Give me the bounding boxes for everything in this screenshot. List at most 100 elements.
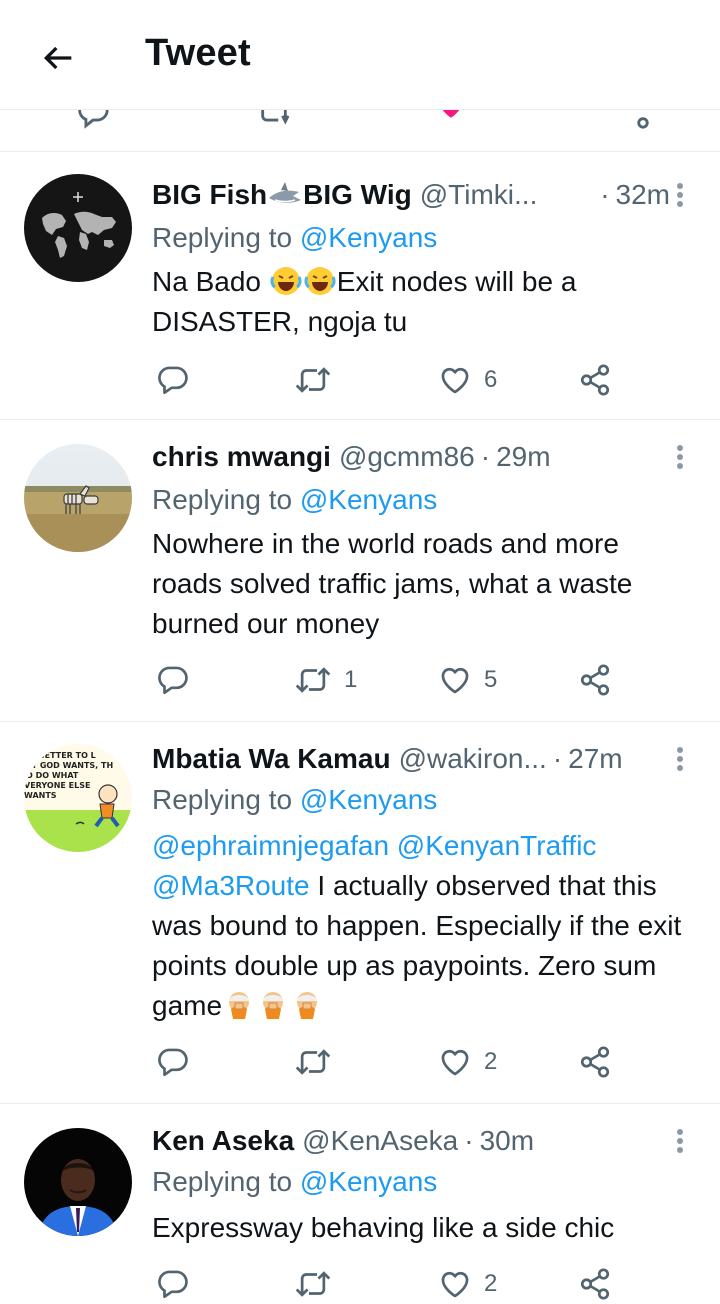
tweet-actions: 2 (152, 1042, 632, 1082)
mention-link[interactable]: @ephraimnjegafan (152, 830, 389, 861)
timestamp[interactable]: 29m (496, 441, 550, 473)
heart-icon (441, 367, 469, 394)
display-name[interactable]: BIG Fish (152, 179, 267, 211)
share-icon (580, 1268, 610, 1300)
retweet-button[interactable] (294, 360, 344, 400)
timestamp[interactable]: 32m (616, 179, 670, 211)
like-button[interactable]: 2 (438, 1042, 497, 1082)
replying-to-line: Replying to @Kenyans (152, 1166, 437, 1198)
tweet-text: @ephraimnjegafan @KenyanTraffic @Ma3Rout… (152, 826, 696, 1026)
like-count: 6 (484, 366, 498, 393)
tweet-actions: 1 5 (152, 660, 632, 700)
heart-filled-icon[interactable] (434, 110, 468, 122)
world-map-avatar-icon (24, 174, 132, 282)
more-options-button[interactable] (668, 178, 692, 212)
more-vertical-icon (677, 1129, 683, 1153)
display-name-suffix[interactable]: BIG Wig (303, 179, 412, 211)
retweet-icon[interactable] (254, 110, 294, 130)
retweet-count: 1 (344, 666, 358, 693)
reply-button[interactable] (156, 1042, 202, 1082)
share-button[interactable] (578, 1264, 612, 1304)
shark-emoji-icon (269, 182, 302, 203)
more-options-button[interactable] (668, 440, 692, 474)
timestamp[interactable]: 27m (568, 743, 622, 775)
zebra-savanna-avatar-icon (24, 444, 132, 552)
reply-tweet[interactable]: BIG Fish BIG Wig @Timki... · 32m Replyin… (0, 152, 720, 420)
user-handle[interactable]: @gcmm86 (339, 441, 475, 473)
tweet-actions: 6 (152, 360, 632, 400)
avatar-text: AT GOD WANTS, TH (26, 761, 113, 770)
like-button[interactable]: 5 (438, 660, 497, 700)
reply-tweet[interactable]: S BETTER TO L AT GOD WANTS, TH O DO WHAT… (0, 722, 720, 1104)
replying-to-mention[interactable]: @Kenyans (300, 784, 437, 815)
share-button[interactable] (578, 660, 612, 700)
like-count: 2 (484, 1048, 498, 1075)
replying-to-label: Replying to (152, 1166, 293, 1197)
replying-to-mention[interactable]: @Kenyans (300, 484, 437, 515)
reply-tweet[interactable]: Ken Aseka @KenAseka · 30m Replying to @K… (0, 1104, 720, 1304)
retweet-button[interactable]: 1 (294, 660, 357, 700)
avatar[interactable]: S BETTER TO L AT GOD WANTS, TH O DO WHAT… (24, 744, 132, 852)
reply-tweet[interactable]: chris mwangi @gcmm86 · 29m Replying to @… (0, 420, 720, 722)
tweet-header: Ken Aseka @KenAseka · 30m (152, 1124, 670, 1158)
more-options-button[interactable] (668, 1124, 692, 1158)
timestamp[interactable]: 30m (480, 1125, 534, 1157)
like-count: 2 (484, 1270, 498, 1297)
avatar-text: S BETTER TO L (30, 751, 96, 760)
reply-button[interactable] (156, 360, 202, 400)
man-in-blue-suit-avatar-icon (24, 1128, 132, 1236)
replying-to-label: Replying to (152, 222, 293, 253)
user-handle[interactable]: @KenAseka (302, 1125, 458, 1157)
replying-to-mention[interactable]: @Kenyans (300, 222, 437, 253)
share-button[interactable] (578, 1042, 612, 1082)
mention-link[interactable]: @Ma3Route (152, 870, 310, 901)
like-count: 5 (484, 666, 498, 693)
reply-icon (158, 1048, 188, 1077)
heart-icon (441, 667, 469, 694)
back-button[interactable] (30, 30, 86, 86)
user-handle[interactable]: @Timki... (420, 179, 538, 211)
replying-to-line: Replying to @Kenyans (152, 784, 437, 816)
tweet-text: Expressway behaving like a side chic (152, 1212, 615, 1243)
share-icon[interactable] (626, 110, 660, 130)
avatar[interactable] (24, 174, 132, 282)
previous-tweet-actions (0, 110, 720, 152)
like-button[interactable]: 2 (438, 1264, 497, 1304)
retweet-button[interactable] (294, 1042, 344, 1082)
display-name[interactable]: chris mwangi (152, 441, 331, 473)
comic-strip-avatar-icon: S BETTER TO L AT GOD WANTS, TH O DO WHAT… (24, 744, 132, 852)
user-handle[interactable]: @wakiron... (399, 743, 547, 775)
reply-icon (158, 366, 188, 395)
page-title: Tweet (145, 32, 251, 74)
display-name[interactable]: Mbatia Wa Kamau (152, 743, 391, 775)
tweet-actions: 2 (152, 1264, 632, 1304)
avatar[interactable] (24, 444, 132, 552)
facepalm-emoji-icon (229, 992, 250, 1019)
laughing-tears-emoji-icon (304, 267, 336, 295)
separator-dot: · (464, 1125, 474, 1156)
display-name[interactable]: Ken Aseka (152, 1125, 294, 1157)
more-options-button[interactable] (668, 742, 692, 776)
separator-dot: · (552, 743, 563, 774)
reply-button[interactable] (156, 660, 202, 700)
tweet-text: Nowhere in the world roads and more road… (152, 528, 633, 639)
more-vertical-icon (677, 183, 683, 207)
mention-link[interactable]: @KenyanTraffic (397, 830, 597, 861)
retweet-button[interactable] (294, 1264, 344, 1304)
like-button[interactable]: 6 (438, 360, 497, 400)
heart-icon (441, 1271, 469, 1298)
reply-icon[interactable] (76, 110, 110, 130)
avatar[interactable] (24, 1128, 132, 1236)
tweet-header: chris mwangi @gcmm86 · 29m (152, 440, 670, 474)
reply-button[interactable] (156, 1264, 202, 1304)
retweet-icon (295, 1271, 331, 1297)
share-button[interactable] (578, 360, 612, 400)
replying-to-label: Replying to (152, 784, 293, 815)
replying-to-mention[interactable]: @Kenyans (300, 1166, 437, 1197)
top-bar: Tweet (0, 0, 720, 110)
facepalm-emoji-icon (263, 992, 284, 1019)
separator-dot: · (600, 179, 610, 210)
separator-dot: · (480, 441, 491, 472)
retweet-icon (295, 667, 331, 693)
arrow-left-icon (43, 46, 72, 70)
